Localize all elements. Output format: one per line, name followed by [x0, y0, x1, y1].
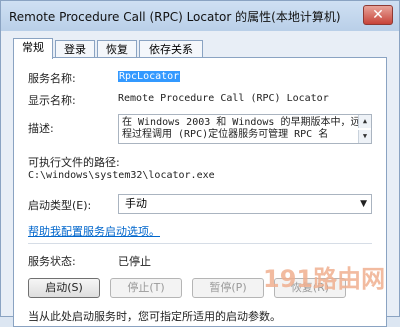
status-value: 已停止 — [118, 255, 151, 268]
stop-button[interactable]: 停止(T) — [110, 278, 182, 298]
scroll-down-arrow-icon[interactable]: ▼ — [358, 130, 371, 143]
properties-window: Remote Procedure Call (RPC) Locator 的属性(… — [0, 0, 400, 327]
display-name-value: Remote Procedure Call (RPC) Locator — [118, 93, 329, 104]
service-name-label: 服务名称: — [28, 72, 76, 85]
start-button[interactable]: 启动(S) — [28, 278, 100, 298]
close-button[interactable]: ✕ — [363, 5, 393, 25]
description-label: 描述: — [28, 122, 54, 135]
startup-type-select[interactable]: 手动 ▼ — [118, 194, 372, 214]
service-name-value[interactable]: RpcLocator — [118, 71, 181, 82]
pause-button[interactable]: 暂停(P) — [192, 278, 264, 298]
scroll-up-arrow-icon[interactable]: ▲ — [358, 115, 371, 128]
description-text: 在 Windows 2003 和 Windows 的早期版本中，远程过程调用 (… — [122, 117, 361, 140]
exe-path-value: C:\windows\system32\locator.exe — [28, 170, 215, 181]
tab-general[interactable]: 常规 — [13, 38, 53, 59]
chevron-down-icon[interactable]: ▼ — [360, 195, 367, 213]
footer-note: 当从此处启动服务时，您可指定所适用的启动参数。 — [28, 310, 281, 323]
divider — [28, 243, 372, 244]
startup-type-value: 手动 — [125, 197, 147, 210]
help-configure-link[interactable]: 帮助我配置服务启动选项。 — [28, 223, 160, 239]
window-title: Remote Procedure Call (RPC) Locator 的属性(… — [9, 10, 341, 24]
tab-logon[interactable]: 登录 — [55, 40, 95, 58]
display-name-label: 显示名称: — [28, 94, 76, 107]
status-label: 服务状态: — [28, 255, 76, 268]
exe-path-label: 可执行文件的路径: — [28, 156, 120, 169]
title-bar[interactable]: Remote Procedure Call (RPC) Locator 的属性(… — [1, 1, 399, 31]
watermark-logo: 191路由网 — [263, 265, 386, 293]
startup-type-label: 启动类型(E): — [28, 199, 92, 212]
tab-dependencies[interactable]: 依存关系 — [139, 40, 203, 58]
description-box[interactable]: 在 Windows 2003 和 Windows 的早期版本中，远程过程调用 (… — [118, 114, 372, 144]
tab-recovery[interactable]: 恢复 — [97, 40, 137, 58]
